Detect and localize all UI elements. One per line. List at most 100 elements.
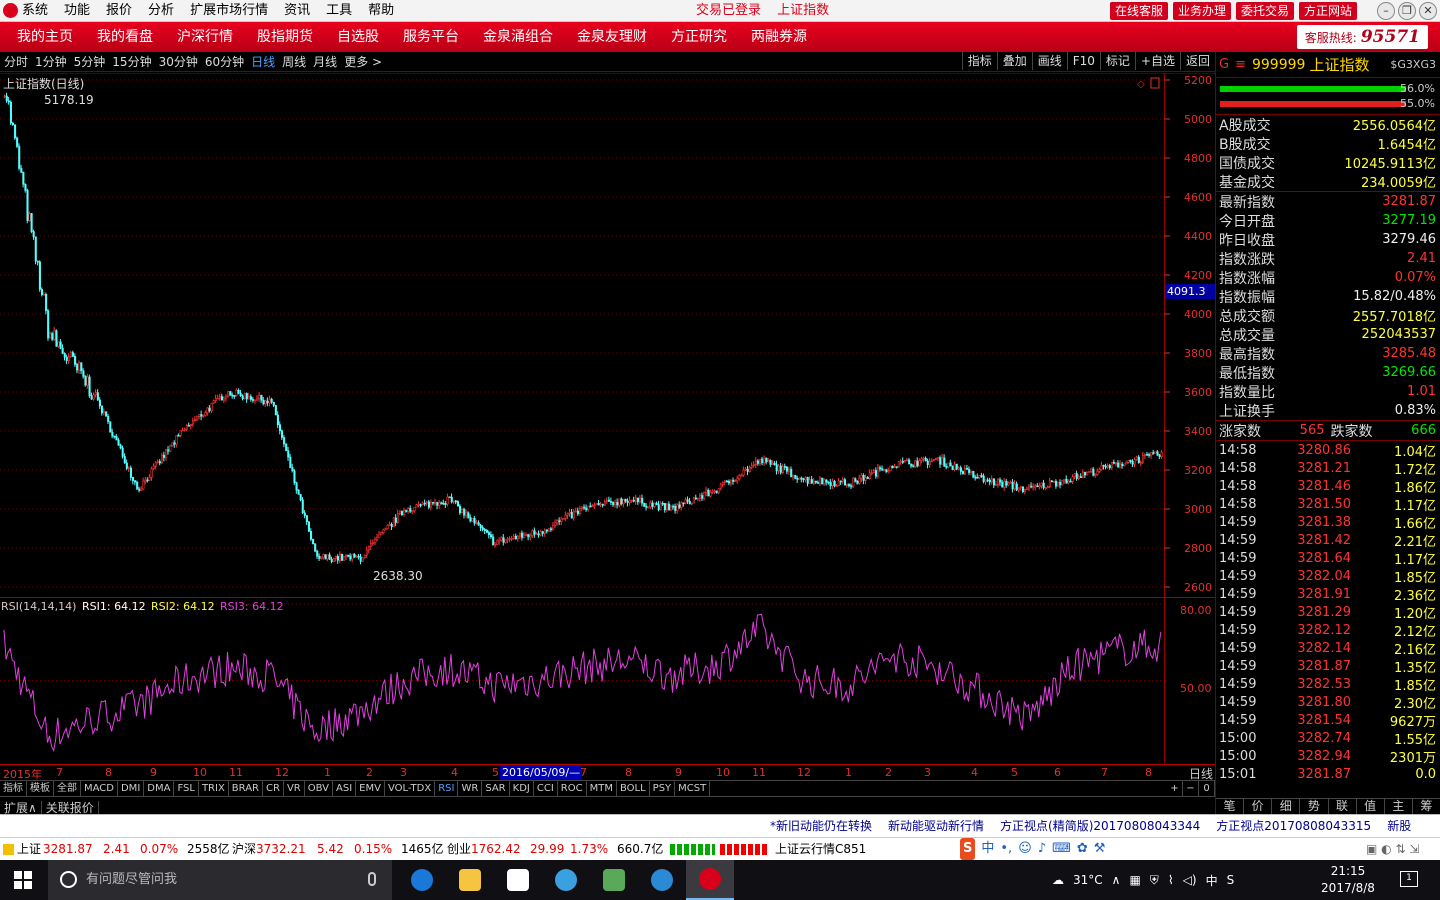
trade-button[interactable]: 委托交易	[1236, 2, 1295, 20]
menu-analysis[interactable]: 分析	[148, 0, 174, 22]
nav-margin[interactable]: 两融券源	[739, 22, 819, 52]
close-icon[interactable]: ✕	[1419, 2, 1437, 20]
tool-indicator[interactable]: 指标	[961, 52, 997, 70]
news-item[interactable]: *新旧动能仍在转换	[770, 815, 872, 837]
panel-tab[interactable]: 联	[1329, 799, 1357, 814]
kline-chart[interactable]: 5200 5000 4800 4600 4400 4200 4000 3800 3600 3400…	[0, 73, 1215, 763]
browser-app[interactable]	[542, 860, 590, 900]
emoji-icon[interactable]: ☺	[1018, 838, 1032, 860]
restore-icon[interactable]: ❐	[1398, 2, 1416, 20]
tool-add-watch[interactable]: +自选	[1134, 52, 1180, 70]
cloud-quote[interactable]: 上证云行情C851	[775, 838, 866, 860]
ie-app[interactable]	[638, 860, 686, 900]
sogou-tray-icon[interactable]: S	[1227, 873, 1235, 887]
ind-tab[interactable]: PSY	[650, 781, 676, 796]
menu-tools[interactable]: 工具	[326, 0, 352, 22]
nav-my-watch[interactable]: 我的看盘	[85, 22, 165, 52]
ind-tab[interactable]: BRAR	[229, 781, 263, 796]
tool-back[interactable]: 返回	[1179, 52, 1215, 70]
expand-tab[interactable]: 扩展∧	[4, 801, 42, 815]
nav-my-home[interactable]: 我的主页	[5, 22, 85, 52]
ind-tab[interactable]: DMA	[144, 781, 175, 796]
menu-system[interactable]: 系统	[22, 0, 48, 22]
period-monthly[interactable]: 月线	[313, 52, 337, 72]
panel-tab[interactable]: 价	[1244, 799, 1273, 814]
nav-hs-market[interactable]: 沪深行情	[165, 22, 245, 52]
online-service-button[interactable]: 在线客服	[1110, 2, 1169, 20]
metatrader-app[interactable]	[590, 860, 638, 900]
ind-tab[interactable]: FSL	[174, 781, 199, 796]
panel-tab[interactable]: 值	[1357, 799, 1385, 814]
minimize-icon[interactable]: –	[1377, 2, 1395, 20]
news-item[interactable]: 新股	[1387, 815, 1411, 837]
ind-tab[interactable]: ASI	[333, 781, 357, 796]
reset-icon[interactable]: 0	[1199, 781, 1215, 796]
nav-watchlist[interactable]: 自选股	[325, 22, 391, 52]
explorer-app[interactable]	[446, 860, 494, 900]
tool-draw[interactable]: 画线	[1031, 52, 1067, 70]
chart-svg[interactable]: 5200 5000 4800 4600 4400 4200 4000 3800 3600 3400…	[0, 73, 1215, 763]
ind-tab[interactable]: DMI	[118, 781, 145, 796]
nav-index-futures[interactable]: 股指期货	[245, 22, 325, 52]
ind-tab[interactable]: 指标	[0, 781, 27, 796]
panel-tab[interactable]: 筹	[1413, 799, 1440, 814]
news-item[interactable]: 新动能驱动新行情	[888, 815, 984, 837]
keyboard-icon[interactable]: ⌨	[1052, 838, 1071, 860]
panel-tab[interactable]: 细	[1272, 799, 1301, 814]
menu-news[interactable]: 资讯	[284, 0, 310, 22]
weather-temp[interactable]: 31°C	[1073, 873, 1103, 887]
tick-list[interactable]: 14:58 3280.86 1.04亿 14:58 3281.21 1.72亿 14:58 3…	[1216, 441, 1440, 783]
tray-app-icon[interactable]: ▦	[1129, 873, 1140, 887]
cortana-search[interactable]: 有问题尽管问我	[48, 860, 392, 900]
security-icon[interactable]: ⛨	[1150, 873, 1159, 888]
skin-icon[interactable]: ✿	[1077, 838, 1088, 860]
panel-tab[interactable]: 主	[1385, 799, 1413, 814]
nav-portfolio[interactable]: 金泉涌组合	[471, 22, 565, 52]
menu-ext-market[interactable]: 扩展市场行情	[190, 0, 268, 22]
microphone-icon[interactable]	[368, 872, 376, 886]
ind-tab[interactable]: MTM	[587, 781, 617, 796]
related-quote-tab[interactable]: 关联报价	[45, 801, 99, 815]
ind-tab[interactable]: ROC	[558, 781, 587, 796]
menu-function[interactable]: 功能	[64, 0, 90, 22]
notification-icon[interactable]: 1	[1400, 871, 1418, 887]
network-icon[interactable]: ⌇	[1168, 873, 1174, 887]
tools-icon[interactable]: ⚒	[1094, 838, 1106, 860]
ind-tab[interactable]: VOL-TDX	[385, 781, 436, 796]
news-item[interactable]: 方正视点20170808043315	[1216, 815, 1371, 837]
panel-tab[interactable]: 笔	[1216, 799, 1245, 814]
menu-quote[interactable]: 报价	[106, 0, 132, 22]
nav-service-platform[interactable]: 服务平台	[391, 22, 471, 52]
zoom-out-icon[interactable]: −	[1183, 781, 1199, 796]
nav-research[interactable]: 方正研究	[659, 22, 739, 52]
clock[interactable]: 21:15 2017/8/8	[1318, 863, 1378, 897]
website-button[interactable]: 方正网站	[1299, 2, 1358, 20]
ind-tab[interactable]: SAR	[482, 781, 510, 796]
tool-f10[interactable]: F10	[1066, 52, 1100, 70]
ind-tab[interactable]: EMV	[356, 781, 385, 796]
ind-tab[interactable]: BOLL	[617, 781, 650, 796]
news-item[interactable]: 方正视点(精简版)20170808043344	[1000, 815, 1200, 837]
ime-mode[interactable]: 中	[981, 838, 994, 860]
period-weekly[interactable]: 周线	[282, 52, 306, 72]
sogou-icon[interactable]: S	[960, 838, 976, 860]
period-daily[interactable]: 日线	[251, 52, 275, 72]
period-5min[interactable]: 5分钟	[74, 52, 106, 72]
period-15min[interactable]: 15分钟	[112, 52, 151, 72]
trade-login-status[interactable]: 交易已登录	[696, 3, 761, 18]
menu-icon[interactable]: ≡	[1235, 57, 1246, 72]
period-1min[interactable]: 1分钟	[35, 52, 67, 72]
founder-app[interactable]	[686, 860, 734, 900]
tool-overlay[interactable]: 叠加	[996, 52, 1032, 70]
edge-app[interactable]	[398, 860, 446, 900]
ind-tab[interactable]: WR	[458, 781, 483, 796]
ind-tab[interactable]: TRIX	[199, 781, 229, 796]
ind-tab[interactable]: CR	[263, 781, 284, 796]
punct-icon[interactable]: •,	[1000, 838, 1012, 860]
ime-indicator[interactable]: 中	[1206, 872, 1218, 889]
period-30min[interactable]: 30分钟	[159, 52, 198, 72]
ind-tab[interactable]: KDJ	[510, 781, 534, 796]
ind-tab[interactable]: MCST	[675, 781, 711, 796]
panel-tab[interactable]: 势	[1300, 799, 1329, 814]
store-app[interactable]	[494, 860, 542, 900]
